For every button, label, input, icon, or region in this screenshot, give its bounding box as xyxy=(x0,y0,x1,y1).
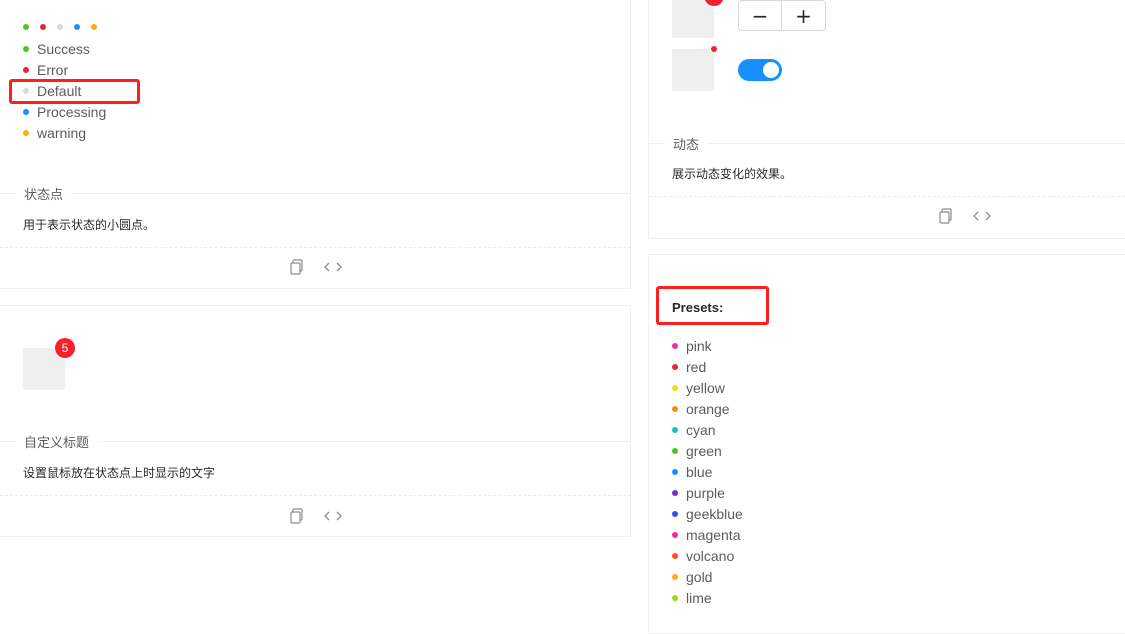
code-actions xyxy=(937,207,991,225)
preset-item-magenta: magenta xyxy=(672,524,740,545)
preset-label: orange xyxy=(686,400,730,417)
preset-item-cyan: cyan xyxy=(672,419,716,440)
yellow-dot xyxy=(672,384,678,391)
warning-dot xyxy=(23,129,29,136)
error-dot xyxy=(23,66,29,73)
preset-item-pink: pink xyxy=(672,335,712,356)
preset-item-orange: orange xyxy=(672,398,730,419)
magenta-dot xyxy=(672,531,678,538)
status-label: Success xyxy=(37,40,90,57)
preset-label: green xyxy=(686,442,722,459)
code-icon[interactable] xyxy=(324,507,342,525)
success-dot xyxy=(23,45,29,52)
divider xyxy=(649,196,1125,197)
dot-toggle-switch[interactable] xyxy=(738,59,782,81)
count-button-group: − + xyxy=(738,0,826,31)
copy-icon[interactable] xyxy=(937,207,955,225)
status-label: Processing xyxy=(37,103,107,120)
code-actions xyxy=(288,507,342,525)
section-title: 自定义标题 xyxy=(0,432,631,451)
badge-dot xyxy=(711,46,717,52)
divider xyxy=(0,247,631,248)
section-title: 动态 xyxy=(649,134,1125,153)
status-dot-card xyxy=(0,0,631,289)
avatar-placeholder xyxy=(672,49,714,91)
dynamic-card xyxy=(648,0,1125,239)
decrease-button[interactable]: − xyxy=(738,0,782,31)
preset-label: lime xyxy=(686,589,712,606)
section-description: 用于表示状态的小圆点。 xyxy=(23,218,156,232)
avatar-placeholder xyxy=(672,0,714,38)
code-actions xyxy=(288,258,342,276)
code-icon[interactable] xyxy=(973,207,991,225)
status-label: warning xyxy=(37,124,87,141)
preset-label: cyan xyxy=(686,421,716,438)
geekblue-dot xyxy=(672,510,678,517)
preset-item-blue: blue xyxy=(672,461,712,482)
preset-label: volcano xyxy=(686,547,735,564)
preset-item-gold: gold xyxy=(672,566,712,587)
highlight-box xyxy=(656,286,769,325)
status-item-processing: Processing xyxy=(23,101,106,122)
default-dot xyxy=(57,24,63,30)
copy-icon[interactable] xyxy=(288,507,306,525)
preset-label: red xyxy=(686,358,707,375)
status-item-warning: warning xyxy=(23,122,86,143)
processing-dot xyxy=(74,24,80,30)
preset-label: gold xyxy=(686,568,713,585)
code-icon[interactable] xyxy=(324,258,342,276)
section-description: 设置鼠标放在状态点上时显示的文字 xyxy=(23,466,216,480)
preset-item-red: red xyxy=(672,356,706,377)
blue-dot xyxy=(672,468,678,475)
section-title-text: 动态 xyxy=(673,137,700,152)
divider xyxy=(0,495,631,496)
lime-dot xyxy=(672,594,678,601)
volcano-dot xyxy=(672,552,678,559)
preset-label: magenta xyxy=(686,526,741,543)
preset-label: yellow xyxy=(686,379,725,396)
increase-button[interactable]: + xyxy=(782,0,826,31)
pink-dot xyxy=(672,342,678,349)
section-description: 展示动态变化的效果。 xyxy=(672,167,793,181)
preset-item-yellow: yellow xyxy=(672,377,725,398)
highlight-box xyxy=(9,79,140,104)
error-dot xyxy=(40,24,46,30)
preset-item-green: green xyxy=(672,440,722,461)
section-title: 状态点 xyxy=(0,184,631,203)
status-dot-row xyxy=(23,24,97,30)
warning-dot xyxy=(91,24,97,30)
preset-label: purple xyxy=(686,484,725,501)
preset-item-purple: purple xyxy=(672,482,725,503)
switch-knob xyxy=(763,62,779,78)
section-title-text: 状态点 xyxy=(24,187,64,202)
preset-label: blue xyxy=(686,463,713,480)
processing-dot xyxy=(23,108,29,115)
preset-item-geekblue: geekblue xyxy=(672,503,743,524)
success-dot xyxy=(23,24,29,30)
section-title-text: 自定义标题 xyxy=(24,435,90,450)
cyan-dot xyxy=(672,426,678,433)
badge-count: 5 xyxy=(55,338,75,358)
gold-dot xyxy=(672,573,678,580)
orange-dot xyxy=(672,405,678,412)
purple-dot xyxy=(672,489,678,496)
preset-item-volcano: volcano xyxy=(672,545,734,566)
green-dot xyxy=(672,447,678,454)
custom-title-card xyxy=(0,305,631,537)
status-item-success: Success xyxy=(23,38,90,59)
status-label: Error xyxy=(37,61,69,78)
copy-icon[interactable] xyxy=(288,258,306,276)
preset-label: pink xyxy=(686,337,712,354)
red-dot xyxy=(672,363,678,370)
preset-label: geekblue xyxy=(686,505,743,522)
status-item-error: Error xyxy=(23,59,68,80)
preset-item-lime: lime xyxy=(672,587,712,608)
